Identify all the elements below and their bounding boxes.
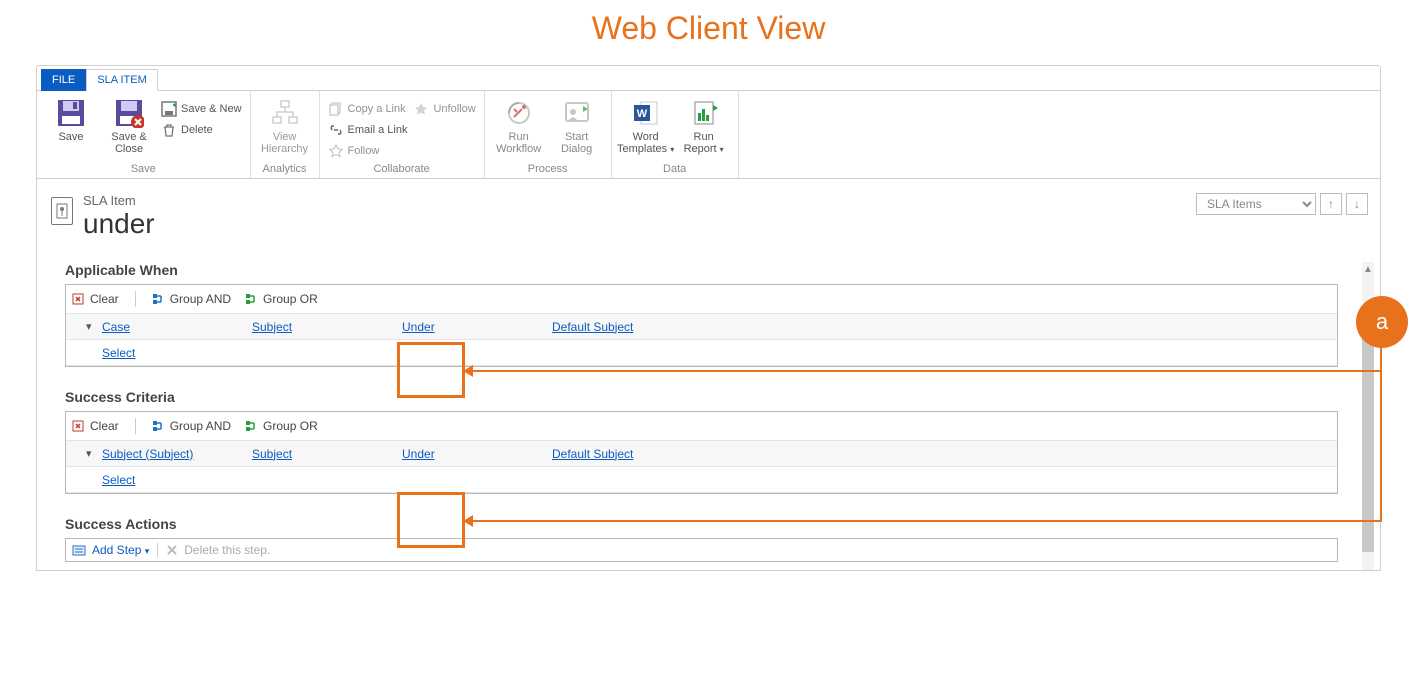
ribbon-group-process-label: Process	[493, 161, 603, 178]
content-area: SLA Item under SLA Items ↑ ↓ ▲ Applicabl…	[37, 179, 1380, 570]
clear-icon	[72, 419, 86, 433]
page-heading: Web Client View	[0, 0, 1417, 65]
star-icon	[328, 143, 344, 159]
record-header: SLA Item under	[51, 193, 1380, 262]
group-or-button[interactable]: Group OR	[245, 419, 318, 433]
save-new-icon	[161, 101, 177, 117]
applicable-when-condition-box: Clear Group AND Group OR ▾ Case	[65, 284, 1338, 367]
add-step-button[interactable]: Add Step ▾	[92, 543, 149, 557]
hierarchy-icon	[269, 97, 301, 129]
vertical-scrollbar[interactable]: ▲	[1362, 262, 1374, 570]
delete-step-button: Delete this step.	[184, 543, 270, 557]
entity-type-label: SLA Item	[83, 193, 155, 208]
copy-link-icon	[328, 101, 344, 117]
success-criteria-condition-box: Clear Group AND Group OR ▾ Subj	[65, 411, 1338, 494]
select-row: Select	[66, 467, 1337, 493]
tab-strip: FILE SLA ITEM	[37, 66, 1380, 90]
word-templates-button[interactable]: W Word Templates ▾	[620, 95, 672, 157]
select-row: Select	[66, 340, 1337, 366]
email-link-button[interactable]: Email a Link	[328, 120, 408, 140]
view-hierarchy-button[interactable]: View Hierarchy	[259, 95, 311, 157]
entity-link[interactable]: Case	[102, 320, 130, 334]
delete-button[interactable]: Delete	[161, 120, 242, 140]
save-close-button[interactable]: Save & Close	[103, 95, 155, 157]
copy-link-button[interactable]: Copy a Link	[328, 99, 408, 119]
workflow-icon	[503, 97, 535, 129]
svg-text:W: W	[636, 108, 647, 120]
unfollow-button[interactable]: Unfollow	[413, 99, 475, 119]
word-icon: W	[630, 97, 662, 129]
group-and-icon	[152, 419, 166, 433]
ribbon-group-data-label: Data	[620, 161, 730, 178]
ribbon-group-analytics-label: Analytics	[259, 161, 311, 178]
report-icon	[688, 97, 720, 129]
ribbon-group-save-label: Save	[45, 161, 242, 178]
select-link[interactable]: Select	[102, 473, 135, 487]
select-link[interactable]: Select	[102, 346, 135, 360]
record-title: under	[83, 210, 155, 238]
group-and-icon	[152, 292, 166, 306]
dialog-icon	[561, 97, 593, 129]
chevron-down-icon[interactable]: ▾	[86, 447, 102, 460]
condition-row: ▾ Subject (Subject) Subject Under Defaul…	[66, 441, 1337, 467]
entity-badge-icon	[51, 197, 73, 225]
group-and-button[interactable]: Group AND	[152, 292, 231, 306]
group-or-icon	[245, 292, 259, 306]
value-link[interactable]: Default Subject	[552, 447, 633, 461]
clear-icon	[72, 292, 86, 306]
link-icon	[328, 122, 344, 138]
save-icon	[55, 97, 87, 129]
ribbon-group-collaborate-label: Collaborate	[328, 161, 476, 178]
scroll-up-icon[interactable]: ▲	[1362, 262, 1374, 276]
save-new-button[interactable]: Save & New	[161, 99, 242, 119]
app-window: FILE SLA ITEM Save Save & Close	[36, 65, 1381, 571]
start-dialog-button[interactable]: Start Dialog	[551, 95, 603, 157]
tab-sla-item[interactable]: SLA ITEM	[86, 69, 158, 91]
success-actions-heading: Success Actions	[65, 516, 1338, 532]
attribute-link[interactable]: Subject	[252, 320, 292, 334]
run-workflow-button[interactable]: Run Workflow	[493, 95, 545, 157]
prev-record-button[interactable]: ↑	[1320, 193, 1342, 215]
delete-step-icon	[166, 544, 178, 556]
follow-button[interactable]: Follow	[328, 141, 408, 161]
trash-icon	[161, 122, 177, 138]
success-actions-box: Add Step ▾ Delete this step.	[65, 538, 1338, 562]
tab-file[interactable]: FILE	[41, 69, 86, 91]
save-close-icon	[113, 97, 145, 129]
operator-link[interactable]: Under	[402, 320, 435, 334]
value-link[interactable]: Default Subject	[552, 320, 633, 334]
run-report-button[interactable]: Run Report ▾	[678, 95, 730, 157]
view-navigator: SLA Items ↑ ↓	[1196, 193, 1368, 215]
clear-button[interactable]: Clear	[72, 292, 119, 306]
group-or-button[interactable]: Group OR	[245, 292, 318, 306]
star-filled-icon	[413, 101, 429, 117]
next-record-button[interactable]: ↓	[1346, 193, 1368, 215]
view-selector[interactable]: SLA Items	[1196, 193, 1316, 215]
entity-link[interactable]: Subject (Subject)	[102, 447, 193, 461]
save-button[interactable]: Save	[45, 95, 97, 145]
group-or-icon	[245, 419, 259, 433]
scrollbar-thumb[interactable]	[1362, 332, 1374, 552]
applicable-when-heading: Applicable When	[65, 262, 1338, 278]
chevron-down-icon[interactable]: ▾	[86, 320, 102, 333]
operator-link[interactable]: Under	[402, 447, 435, 461]
clear-button[interactable]: Clear	[72, 419, 119, 433]
attribute-link[interactable]: Subject	[252, 447, 292, 461]
condition-row: ▾ Case Subject Under Default Subject	[66, 314, 1337, 340]
success-criteria-heading: Success Criteria	[65, 389, 1338, 405]
ribbon: Save Save & Close Save & New	[37, 90, 1380, 179]
add-step-icon	[72, 543, 86, 557]
group-and-button[interactable]: Group AND	[152, 419, 231, 433]
